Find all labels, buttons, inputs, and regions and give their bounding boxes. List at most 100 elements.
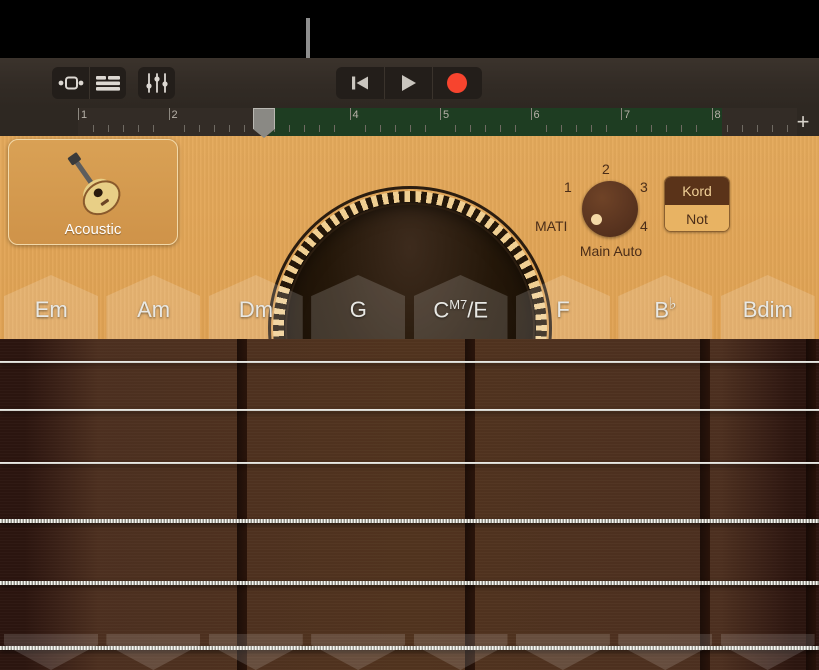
bar-number: 8 xyxy=(712,109,721,121)
chord-label: G xyxy=(350,297,367,339)
sub-tick xyxy=(757,125,758,132)
toolbar: ? xyxy=(0,58,819,108)
play-button[interactable] xyxy=(384,67,432,99)
fret xyxy=(806,339,816,670)
sub-tick xyxy=(319,125,320,132)
chord-button-lower-edge[interactable] xyxy=(717,634,819,670)
sub-tick xyxy=(365,125,366,132)
chord-label: Bdim xyxy=(743,297,793,339)
chord-button-lower-shape xyxy=(414,634,508,670)
guitar-string[interactable] xyxy=(0,409,819,411)
sub-tick xyxy=(485,125,486,132)
chord-button-b♭[interactable]: B♭ xyxy=(614,275,716,339)
chord-strip: Em Am Dm G CM7/E F B♭ Bdim xyxy=(0,275,819,339)
sub-tick xyxy=(666,125,667,132)
timeline-ruler[interactable]: 12345678 xyxy=(0,108,819,136)
chord-button-lower-shape xyxy=(209,634,303,670)
chords-notes-toggle: Kord Not xyxy=(664,176,730,232)
transport-controls xyxy=(336,67,482,99)
sub-tick xyxy=(229,125,230,132)
chord-button-lower-edge[interactable] xyxy=(614,634,716,670)
callout-leader-line xyxy=(306,18,310,58)
chord-button-lower-shape xyxy=(106,634,200,670)
mixer-sliders-icon xyxy=(146,73,168,93)
chord-label: Em xyxy=(35,297,68,339)
sub-tick xyxy=(153,125,154,132)
sub-tick xyxy=(576,125,577,132)
rewind-icon xyxy=(350,75,370,91)
chord-label: CM7/E xyxy=(433,297,488,339)
sub-tick xyxy=(470,125,471,132)
list-view-button[interactable] xyxy=(89,67,126,99)
autoplay-pos-2[interactable]: 2 xyxy=(602,161,610,177)
guitar-string[interactable] xyxy=(0,462,819,464)
bar-number: 1 xyxy=(78,109,87,121)
acoustic-guitar-icon xyxy=(51,148,137,224)
fret xyxy=(237,339,247,670)
chord-button-am[interactable]: Am xyxy=(102,275,204,339)
sub-tick xyxy=(546,125,547,132)
sub-tick xyxy=(199,125,200,132)
guitar-string[interactable] xyxy=(0,581,819,585)
chord-button-lower-edge[interactable] xyxy=(0,634,102,670)
chord-button-bdim[interactable]: Bdim xyxy=(717,275,819,339)
record-icon xyxy=(446,72,468,94)
guitar-string[interactable] xyxy=(0,361,819,363)
instrument-name: Acoustic xyxy=(9,221,177,238)
sub-tick xyxy=(561,125,562,132)
callout-band xyxy=(0,0,819,58)
autoplay-knob-indicator xyxy=(591,214,602,225)
add-track-button[interactable]: + xyxy=(791,110,815,134)
autoplay-pos-1[interactable]: 1 xyxy=(564,179,572,195)
chord-button-lower-shape xyxy=(311,634,405,670)
record-button[interactable] xyxy=(432,67,480,99)
sub-tick xyxy=(727,125,728,132)
chord-button-em[interactable]: Em xyxy=(0,275,102,339)
chord-button-g[interactable]: G xyxy=(307,275,409,339)
guitar-body: Acoustic MATI 1 2 3 4 Main Auto Kord Not… xyxy=(0,136,819,670)
mixer-group xyxy=(138,67,175,99)
chord-label: Dm xyxy=(239,297,273,339)
chord-button-dm[interactable]: Dm xyxy=(205,275,307,339)
rewind-button[interactable] xyxy=(336,67,384,99)
play-icon xyxy=(400,74,418,92)
bar-number: 5 xyxy=(440,109,449,121)
chord-strip-bottom-edge xyxy=(0,634,819,670)
bar-number: 6 xyxy=(531,109,540,121)
playhead[interactable] xyxy=(253,108,275,138)
notes-mode-button[interactable]: Not xyxy=(665,205,729,232)
sub-tick xyxy=(772,125,773,132)
track-view-icon xyxy=(58,75,84,91)
chord-label: B♭ xyxy=(654,294,676,339)
guitar-string[interactable] xyxy=(0,519,819,523)
sub-tick xyxy=(591,125,592,132)
sub-tick xyxy=(138,125,139,132)
chord-button-lower-edge[interactable] xyxy=(102,634,204,670)
ruler-track[interactable]: 12345678 xyxy=(78,108,797,136)
chord-button-lower-edge[interactable] xyxy=(512,634,614,670)
sub-tick xyxy=(123,125,124,132)
sub-tick xyxy=(696,125,697,132)
track-view-button[interactable] xyxy=(52,67,89,99)
mixer-button[interactable] xyxy=(138,67,175,99)
sub-tick xyxy=(515,125,516,132)
fretboard[interactable] xyxy=(0,339,819,670)
chord-button-lower-edge[interactable] xyxy=(410,634,512,670)
sub-tick xyxy=(410,125,411,132)
cycle-region[interactable] xyxy=(269,108,722,136)
sub-tick xyxy=(787,125,788,132)
chord-button-cm7/e[interactable]: CM7/E xyxy=(410,275,512,339)
chord-button-f[interactable]: F xyxy=(512,275,614,339)
sub-tick xyxy=(304,125,305,132)
chord-button-lower-shape xyxy=(516,634,610,670)
sub-tick xyxy=(334,125,335,132)
autoplay-pos-4[interactable]: 4 xyxy=(640,218,648,234)
bar-number: 7 xyxy=(621,109,630,121)
chord-button-lower-edge[interactable] xyxy=(307,634,409,670)
autoplay-knob[interactable] xyxy=(582,181,638,237)
chord-button-lower-edge[interactable] xyxy=(205,634,307,670)
autoplay-pos-3[interactable]: 3 xyxy=(640,179,648,195)
sub-tick xyxy=(380,125,381,132)
chords-mode-button[interactable]: Kord xyxy=(665,177,729,205)
instrument-selector-card[interactable]: Acoustic xyxy=(8,139,178,245)
